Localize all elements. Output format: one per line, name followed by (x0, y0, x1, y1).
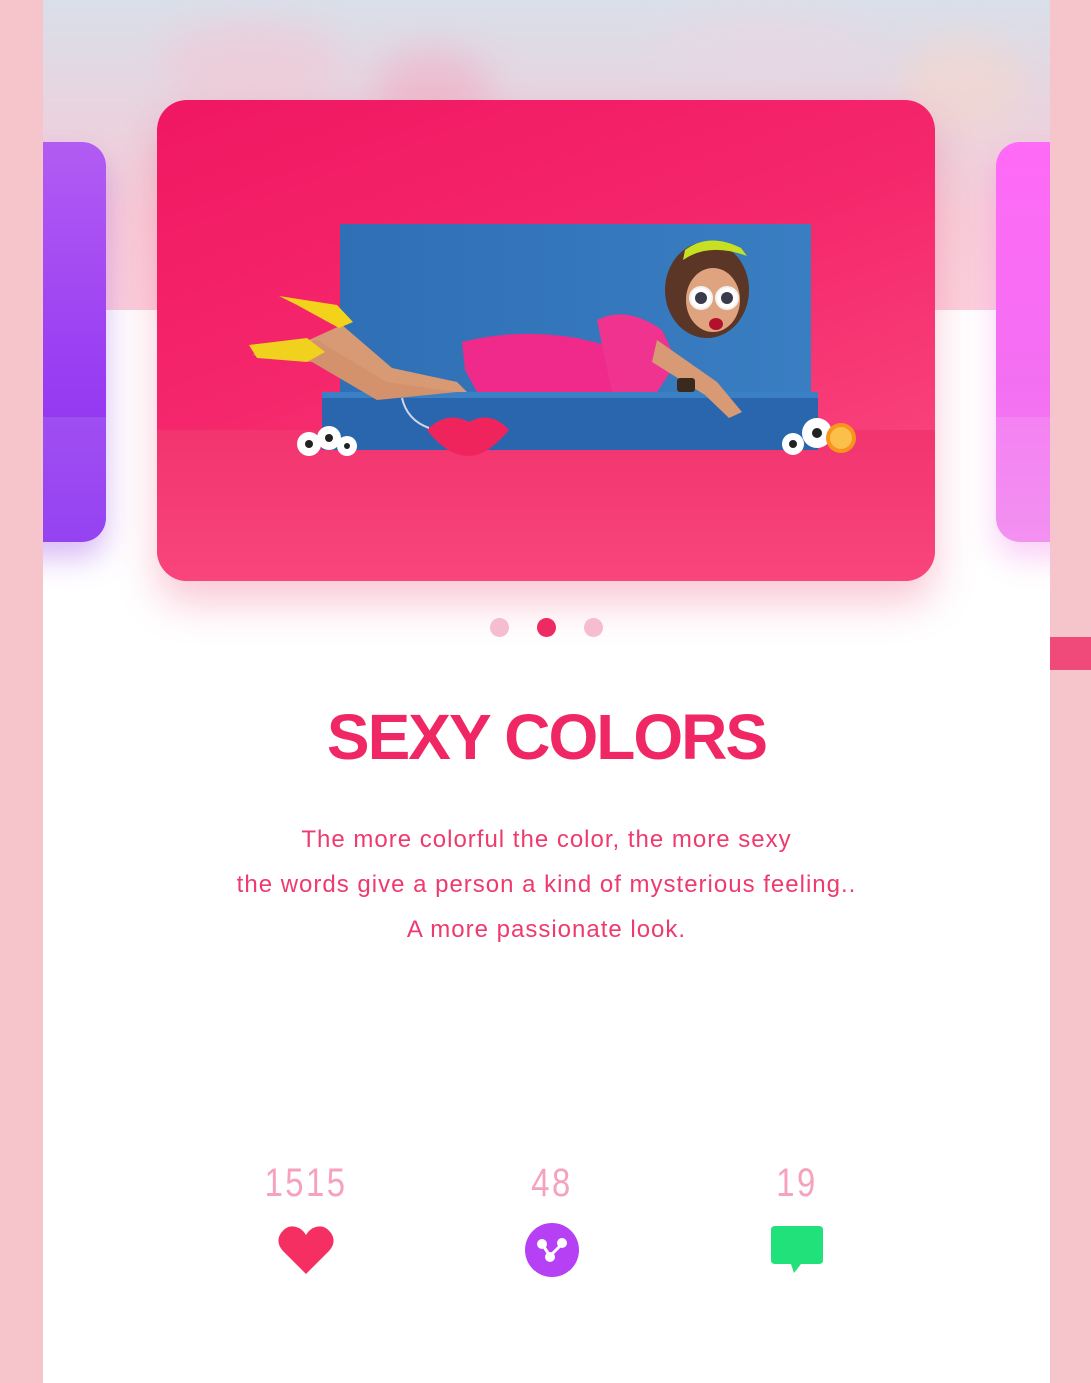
likes-stat[interactable]: 1515 (226, 1160, 386, 1280)
carousel-card-current[interactable] (157, 100, 935, 581)
page-dot-3[interactable] (584, 618, 603, 637)
heart-icon[interactable] (276, 1220, 336, 1280)
likes-count: 1515 (264, 1161, 348, 1205)
carousel-indicator (43, 618, 1050, 638)
carousel-card-previous[interactable] (43, 142, 106, 542)
shares-stat[interactable]: 48 (472, 1160, 632, 1280)
page-title: SEXY COLORS (326, 701, 768, 773)
description-line-2: the words give a person a kind of myster… (236, 871, 857, 898)
app-screen: SEXY COLORS The more colorful the color,… (43, 0, 1050, 1383)
page-dot-1[interactable] (490, 618, 509, 637)
comment-icon[interactable] (767, 1220, 827, 1280)
card-description: The more colorful the color, the more se… (43, 824, 1050, 959)
left-frame (0, 0, 43, 1383)
scrollbar-thumb[interactable] (1050, 637, 1091, 670)
right-frame (1050, 0, 1091, 1383)
shares-count: 48 (531, 1161, 573, 1205)
page-dot-2[interactable] (537, 618, 556, 637)
comments-count: 19 (776, 1161, 818, 1205)
description-line-1: The more colorful the color, the more se… (301, 826, 792, 853)
comments-stat[interactable]: 19 (717, 1160, 877, 1280)
carousel-card-next[interactable] (996, 142, 1050, 542)
hero-image (157, 224, 935, 581)
share-icon[interactable] (522, 1220, 582, 1280)
description-line-3: A more passionate look. (406, 916, 687, 943)
